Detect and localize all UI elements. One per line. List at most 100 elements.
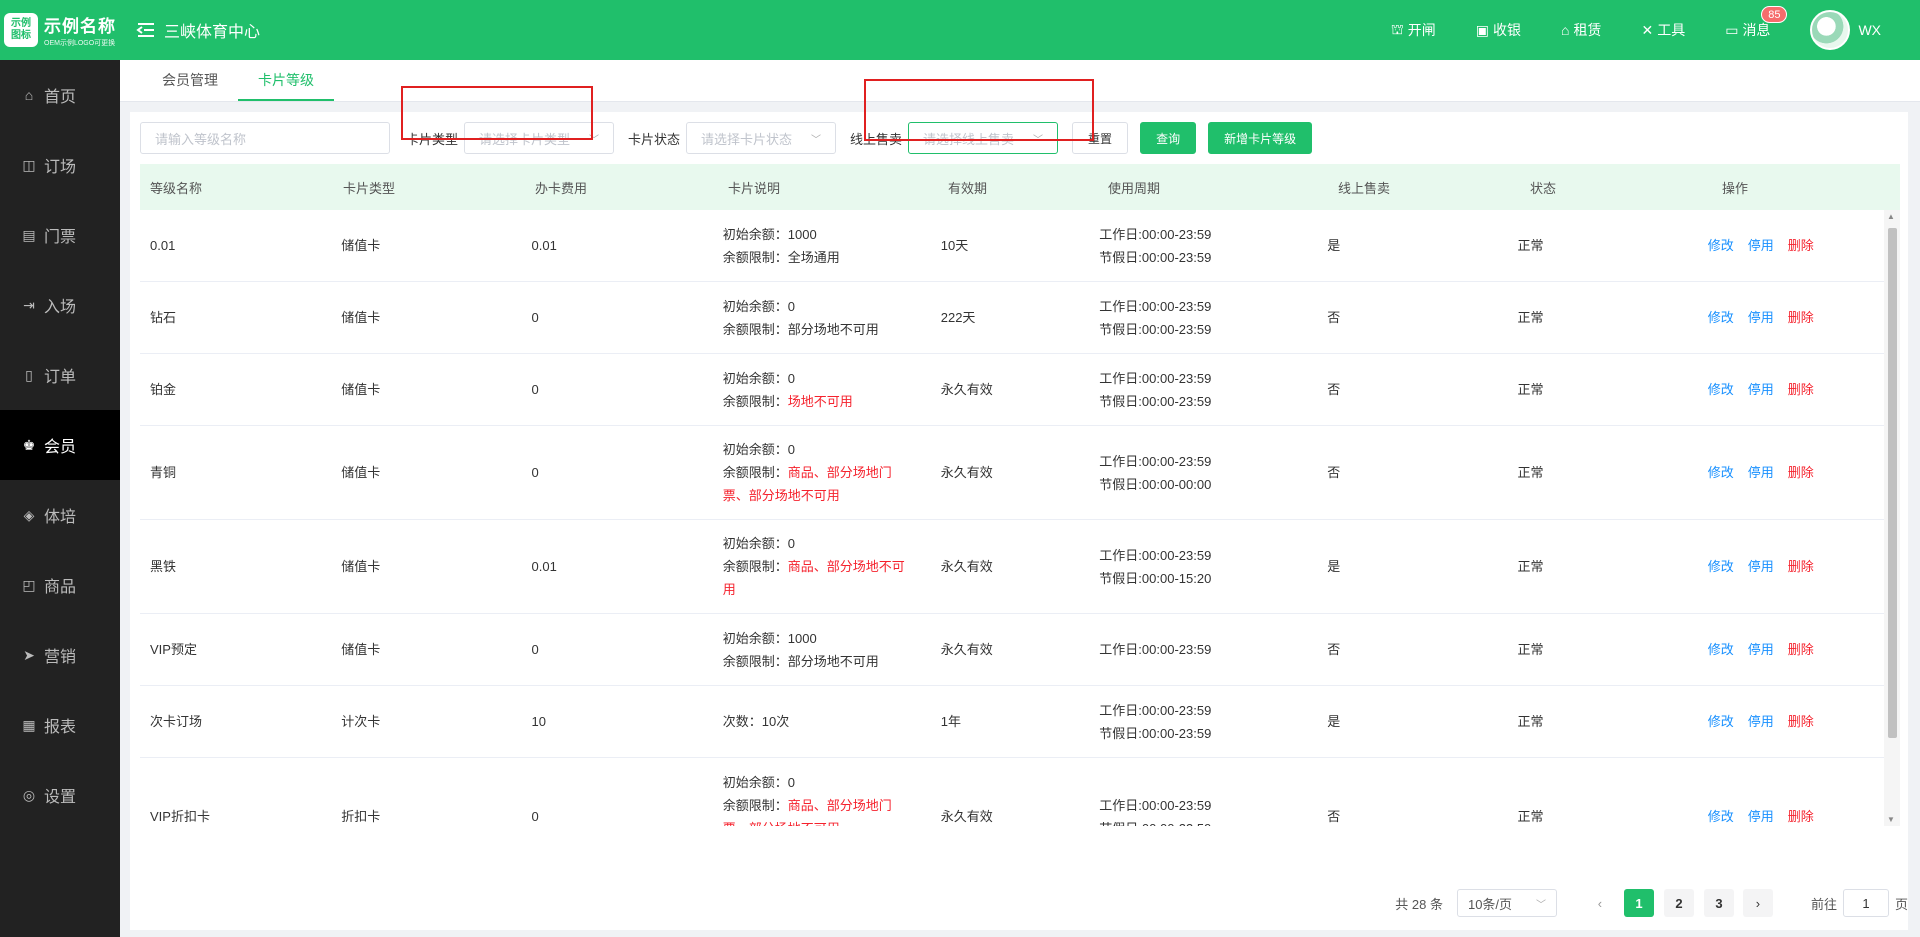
page-button[interactable]: 2	[1663, 889, 1694, 917]
sidebar-item-label: 商品	[44, 579, 77, 596]
validity-cell: 10天	[940, 238, 969, 253]
prev-page-button[interactable]: ‹	[1585, 889, 1615, 917]
delete-button[interactable]: 删除	[1788, 559, 1814, 574]
disable-button[interactable]: 停用	[1748, 310, 1774, 325]
sidebar-item-tickets[interactable]: ▤ 门票	[0, 200, 120, 270]
card-description-cell: 初始余额：1000 余额限制：全场通用	[713, 223, 931, 269]
user-menu[interactable]: WX	[1810, 10, 1881, 50]
edit-button[interactable]: 修改	[1708, 310, 1734, 325]
page-button[interactable]: 3	[1703, 889, 1734, 917]
goto-page-input[interactable]: 1	[1842, 889, 1889, 917]
open-gate-label: 开闸	[1407, 22, 1436, 38]
cashier-button[interactable]: ▣ 收银	[1476, 20, 1521, 40]
description-value: 部分场地不可用	[787, 321, 879, 337]
disable-button[interactable]: 停用	[1748, 642, 1774, 657]
rent-button[interactable]: ⌂ 租赁	[1561, 20, 1601, 40]
disable-button[interactable]: 停用	[1748, 238, 1774, 253]
next-page-button[interactable]: ›	[1742, 889, 1773, 917]
validity-cell: 永久有效	[940, 382, 993, 397]
sidebar-item-marketing[interactable]: ➤ 营销	[0, 620, 120, 690]
description-key: 初始余额：	[722, 370, 788, 386]
table-scrollbar[interactable]: ▲ ▼	[1884, 210, 1900, 826]
logo-mark-text: 示例 图标	[11, 18, 31, 41]
sidebar-item-entry[interactable]: ⇥ 入场	[0, 270, 120, 340]
disable-button[interactable]: 停用	[1748, 809, 1774, 824]
sidebar-item-reports[interactable]: ▦ 报表	[0, 690, 120, 760]
card-description-cell: 初始余额：1000 余额限制：部分场地不可用	[713, 627, 931, 673]
delete-button[interactable]: 删除	[1788, 809, 1814, 824]
order-icon: ▯	[25, 366, 33, 383]
scrollbar-thumb[interactable]	[1888, 228, 1897, 738]
page-size-select[interactable]: 10条/页 ﹀	[1456, 889, 1557, 917]
tab-card-levels[interactable]: 卡片等级	[238, 60, 334, 101]
description-line: 初始余额：0	[723, 438, 931, 461]
card-type-cell: 储值卡	[341, 382, 381, 397]
tools-button[interactable]: ✕ 工具	[1641, 20, 1685, 40]
sidebar-item-goods[interactable]: ◰ 商品	[0, 550, 120, 620]
delete-button[interactable]: 删除	[1788, 382, 1814, 397]
card-fee-cell: 0	[531, 310, 539, 325]
card-type-cell: 储值卡	[341, 559, 381, 574]
description-value: 0	[787, 442, 795, 457]
card-status-label: 卡片状态	[628, 131, 681, 147]
logo[interactable]: 示例 图标 示例名称 OEM示例LOGO可更换	[0, 0, 120, 60]
add-card-level-button[interactable]: 新增卡片等级	[1208, 122, 1313, 154]
sidebar-item-training[interactable]: ◈ 体培	[0, 480, 120, 550]
period-line: 工作日:00:00-23:59	[1099, 642, 1212, 657]
validity-cell: 永久有效	[940, 465, 993, 480]
message-icon: ▭	[1725, 21, 1739, 38]
sidebar-item-home[interactable]: ⌂ 首页	[0, 60, 120, 130]
chevron-left-icon: ‹	[1597, 895, 1603, 911]
delete-button[interactable]: 删除	[1788, 310, 1814, 325]
delete-button[interactable]: 删除	[1788, 238, 1814, 253]
tab-member-management[interactable]: 会员管理	[142, 60, 238, 101]
sidebar-item-members[interactable]: ♚ 会员	[0, 410, 120, 480]
description-line: 初始余额：1000	[723, 627, 931, 650]
messages-button[interactable]: ▭ 消息 85	[1725, 6, 1788, 40]
card-status-select[interactable]: 请选择卡片状态 ﹀	[686, 122, 837, 154]
sidebar-item-orders[interactable]: ▯ 订单	[0, 340, 120, 410]
card-fee-cell: 0.01	[531, 238, 557, 253]
period-line: 节假日:00:00-23:59	[1099, 321, 1212, 337]
description-value: 用	[722, 582, 736, 597]
level-name-input[interactable]: 请输入等级名称	[140, 122, 390, 154]
sidebar-item-label: 门票	[44, 229, 77, 246]
scroll-up-icon: ▲	[1887, 212, 1895, 221]
description-line: 余额限制：场地不可用	[723, 390, 931, 413]
sidebar-item-settings[interactable]: ◎ 设置	[0, 760, 120, 830]
sidebar-item-label: 首页	[44, 89, 77, 106]
disable-button[interactable]: 停用	[1748, 714, 1774, 729]
disable-button[interactable]: 停用	[1748, 465, 1774, 480]
delete-button[interactable]: 删除	[1788, 642, 1814, 657]
sidebar-item-booking[interactable]: ◫ 订场	[0, 130, 120, 200]
description-value: 1000	[787, 226, 817, 242]
delete-button[interactable]: 删除	[1788, 465, 1814, 480]
online-sale-cell: 否	[1327, 642, 1341, 657]
disable-button[interactable]: 停用	[1748, 382, 1774, 397]
page-button[interactable]: 1	[1623, 889, 1654, 917]
online-sale-cell: 否	[1327, 310, 1341, 325]
description-line: 次数：10次	[723, 710, 931, 733]
edit-button[interactable]: 修改	[1708, 465, 1734, 480]
collapse-menu-icon[interactable]	[136, 22, 156, 38]
edit-button[interactable]: 修改	[1708, 238, 1734, 253]
logo-name: 示例名称	[44, 17, 116, 36]
disable-button[interactable]: 停用	[1748, 559, 1774, 574]
period-line: 节假日:00:00-00:00	[1099, 476, 1212, 492]
description-line: 用	[723, 578, 931, 601]
query-button[interactable]: 查询	[1140, 122, 1197, 154]
edit-button[interactable]: 修改	[1708, 809, 1734, 824]
description-value: 1000	[787, 630, 817, 646]
edit-button[interactable]: 修改	[1708, 559, 1734, 574]
card-type-cell: 储值卡	[341, 642, 381, 657]
edit-button[interactable]: 修改	[1708, 642, 1734, 657]
delete-button[interactable]: 删除	[1788, 714, 1814, 729]
booking-icon: ◫	[22, 156, 36, 173]
edit-button[interactable]: 修改	[1708, 382, 1734, 397]
open-gate-button[interactable]: ⛫ 开闸	[1391, 20, 1436, 40]
rent-label: 租赁	[1573, 22, 1602, 38]
card-fee-cell: 0	[531, 809, 539, 824]
usage-period-cell: 工作日:00:00-23:59 节假日:00:00-00:00	[1089, 450, 1317, 496]
edit-button[interactable]: 修改	[1708, 714, 1734, 729]
level-name-cell: 钻石	[150, 310, 177, 325]
